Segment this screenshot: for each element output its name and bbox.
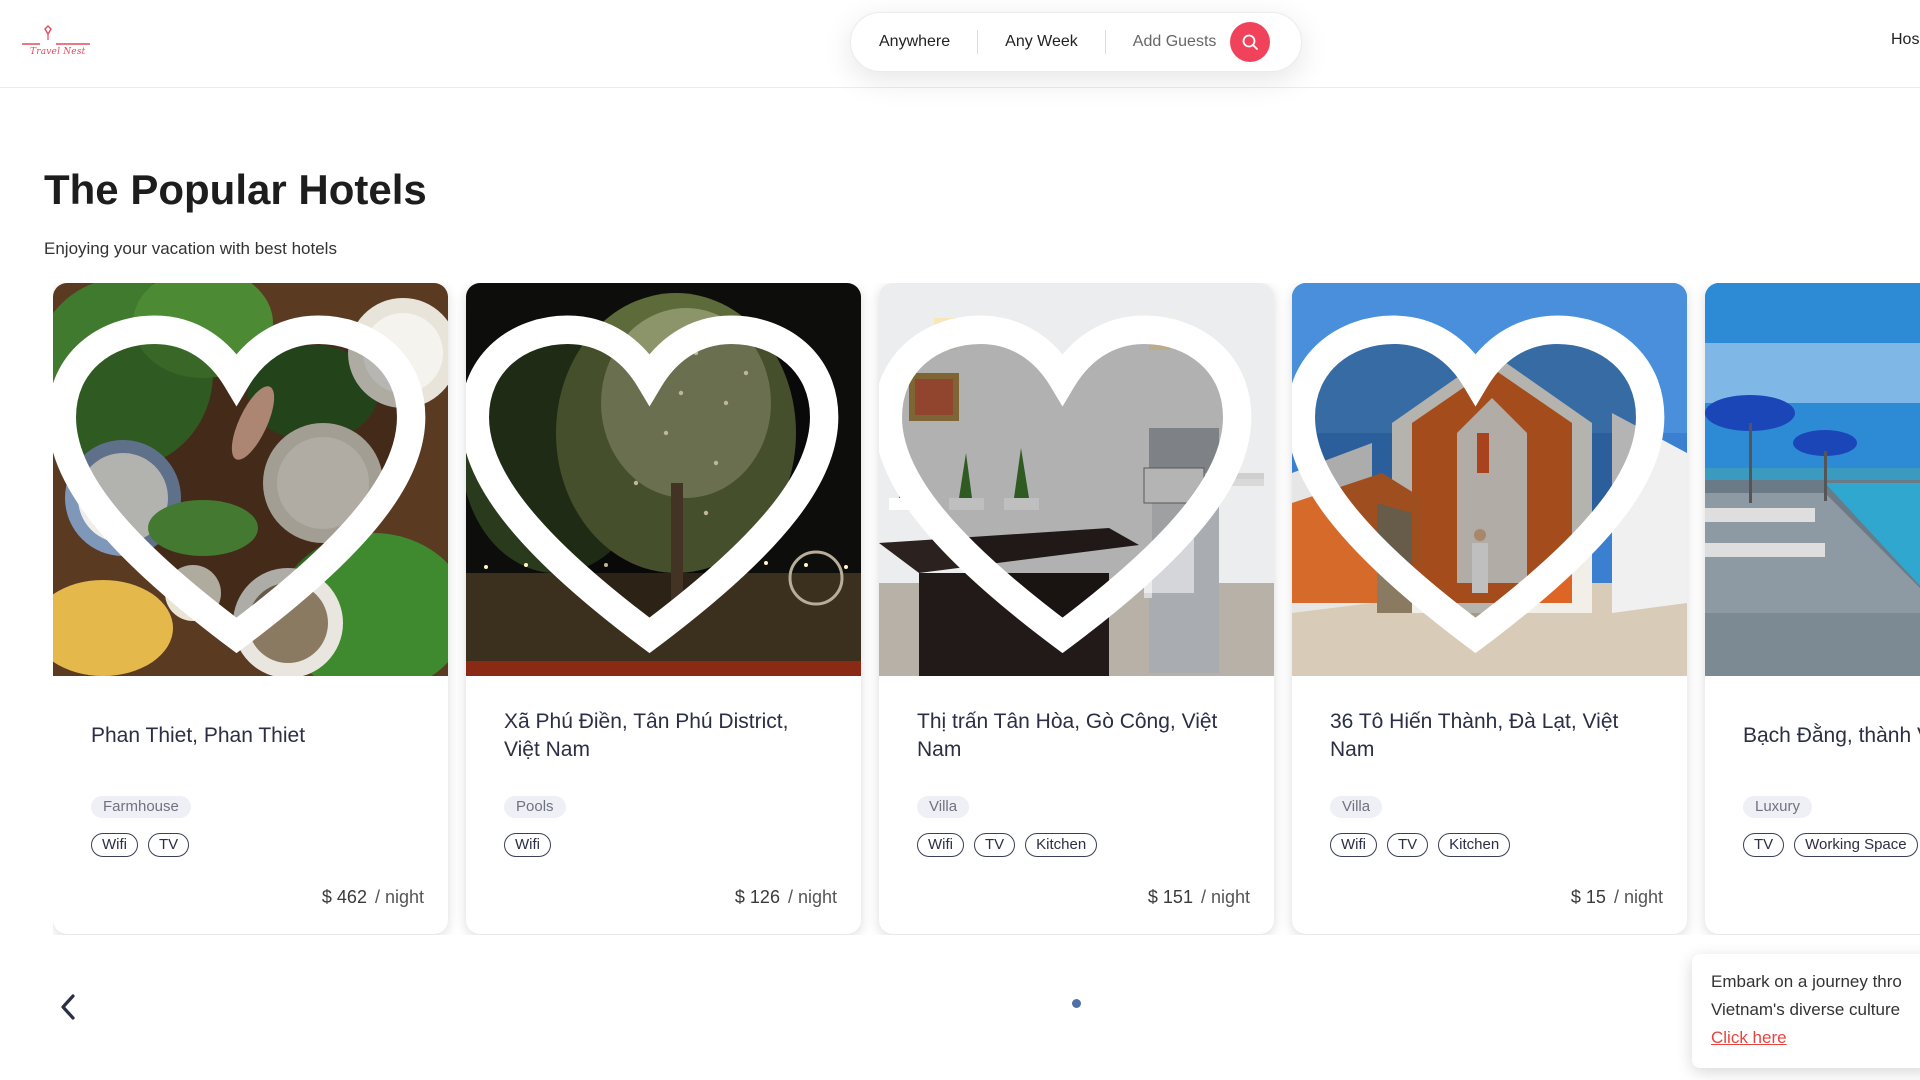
price-unit: / night (1200, 887, 1250, 907)
search-button[interactable] (1230, 22, 1271, 62)
amenity-tag: Kitchen (1438, 833, 1511, 857)
amenity-tag: TV (148, 833, 190, 857)
amenity-list: Wifi TV Kitchen (1330, 833, 1511, 857)
price-value: $ 151 (1147, 887, 1193, 907)
amenity-list: Wifi TV Kitchen (917, 833, 1098, 857)
heart-icon[interactable] (879, 297, 1260, 676)
amenity-tag: Kitchen (1025, 833, 1098, 857)
hotel-type-badge: Villa (1330, 796, 1383, 818)
amenity-tag: TV (1387, 833, 1429, 857)
hotel-title[interactable]: Thị trấn Tân Hòa, Gò Công, Việt Nam (917, 676, 1237, 796)
heart-icon[interactable] (53, 297, 434, 676)
hotel-title[interactable]: Bạch Đằng, thành Việt Nam (1743, 676, 1920, 796)
hotel-carousel: Phan Thiet, Phan Thiet Farmhouse Wifi TV… (53, 283, 1920, 935)
top-nav: Travel Nest Anywhere Any Week Add Guests… (0, 0, 1920, 88)
hotel-card[interactable]: Xã Phú Điền, Tân Phú District, Việt Nam … (466, 283, 861, 934)
amenity-tag: Wifi (504, 833, 551, 857)
hotel-title[interactable]: Xã Phú Điền, Tân Phú District, Việt Nam (504, 676, 824, 796)
amenity-list: TV Working Space (1743, 833, 1918, 857)
hotel-card[interactable]: Thị trấn Tân Hòa, Gò Công, Việt Nam Vill… (879, 283, 1274, 934)
amenity-tag: Wifi (917, 833, 964, 857)
hotel-card-body: Xã Phú Điền, Tân Phú District, Việt Nam … (504, 676, 837, 934)
hotel-price: $ 126 / night (735, 887, 837, 908)
hotel-card[interactable]: 36 Tô Hiến Thành, Đà Lạt, Việt Nam Villa… (1292, 283, 1687, 934)
hotel-photo[interactable] (1705, 283, 1920, 676)
search-location[interactable]: Anywhere (879, 30, 979, 54)
carousel-pager-dot[interactable] (1072, 999, 1081, 1008)
heart-icon[interactable] (1292, 297, 1673, 676)
amenity-tag: TV (1743, 833, 1785, 857)
hotel-type-badge: Pools (504, 796, 566, 818)
hotel-card-body: Thị trấn Tân Hòa, Gò Công, Việt Nam Vill… (917, 676, 1250, 934)
promo-line-1: Embark on a journey thro (1711, 972, 1902, 991)
search-icon (1242, 34, 1259, 50)
hotel-card-body: Bạch Đằng, thành Việt Nam Luxury TV Work… (1743, 676, 1920, 934)
promo-popup: Embark on a journey thro Vietnam's diver… (1692, 954, 1920, 1068)
hotel-card-body: 36 Tô Hiến Thành, Đà Lạt, Việt Nam Villa… (1330, 676, 1663, 934)
promo-line-2: Vietnam's diverse culture (1711, 1000, 1901, 1019)
hotel-card[interactable]: Phan Thiet, Phan Thiet Farmhouse Wifi TV… (53, 283, 448, 934)
hotel-type-badge: Luxury (1743, 796, 1813, 818)
hotel-photo-pool (1705, 283, 1920, 676)
price-unit: / night (374, 887, 424, 907)
price-value: $ 462 (321, 887, 367, 907)
search-week[interactable]: Any Week (978, 30, 1106, 54)
hotel-price: $ 151 / night (1148, 887, 1250, 908)
amenity-tag: TV (974, 833, 1016, 857)
hotel-price: $ 15 / night (1571, 887, 1663, 908)
heart-icon[interactable] (466, 297, 847, 676)
hotel-price: $ 462 / night (322, 887, 424, 908)
amenity-tag: Wifi (91, 833, 138, 857)
price-unit: / night (1613, 887, 1663, 907)
logo[interactable] (20, 24, 92, 64)
hotel-title[interactable]: 36 Tô Hiến Thành, Đà Lạt, Việt Nam (1330, 676, 1650, 796)
hotel-photo[interactable] (1292, 283, 1687, 676)
hotel-type-badge: Farmhouse (91, 796, 191, 818)
amenity-list: Wifi (504, 833, 551, 857)
logo-text: Travel Nest (30, 47, 86, 57)
hotel-photo[interactable] (53, 283, 448, 676)
page-title: The Popular Hotels (44, 166, 427, 213)
hotel-photo[interactable] (466, 283, 861, 676)
hotel-card-body: Phan Thiet, Phan Thiet Farmhouse Wifi TV… (91, 676, 424, 934)
search-bar[interactable]: Anywhere Any Week Add Guests (850, 12, 1302, 72)
price-value: $ 15 (1570, 887, 1606, 907)
amenity-tag: Wifi (1330, 833, 1377, 857)
logo-mark-icon (22, 25, 90, 45)
chevron-left-icon[interactable] (56, 992, 80, 1022)
price-unit: / night (787, 887, 837, 907)
hotel-photo[interactable] (879, 283, 1274, 676)
hotel-title[interactable]: Phan Thiet, Phan Thiet (91, 676, 411, 796)
search-guests[interactable]: Add Guests (1106, 30, 1231, 54)
amenity-tag: Working Space (1794, 833, 1918, 857)
host-link[interactable]: Hos (1891, 31, 1919, 49)
price-value: $ 126 (734, 887, 780, 907)
amenity-list: Wifi TV (91, 833, 190, 857)
hotel-card[interactable]: Bạch Đằng, thành Việt Nam Luxury TV Work… (1705, 283, 1920, 934)
page-subtitle: Enjoying your vacation with best hotels (44, 239, 337, 258)
promo-link[interactable]: Click here (1711, 1028, 1787, 1047)
hotel-type-badge: Villa (917, 796, 970, 818)
